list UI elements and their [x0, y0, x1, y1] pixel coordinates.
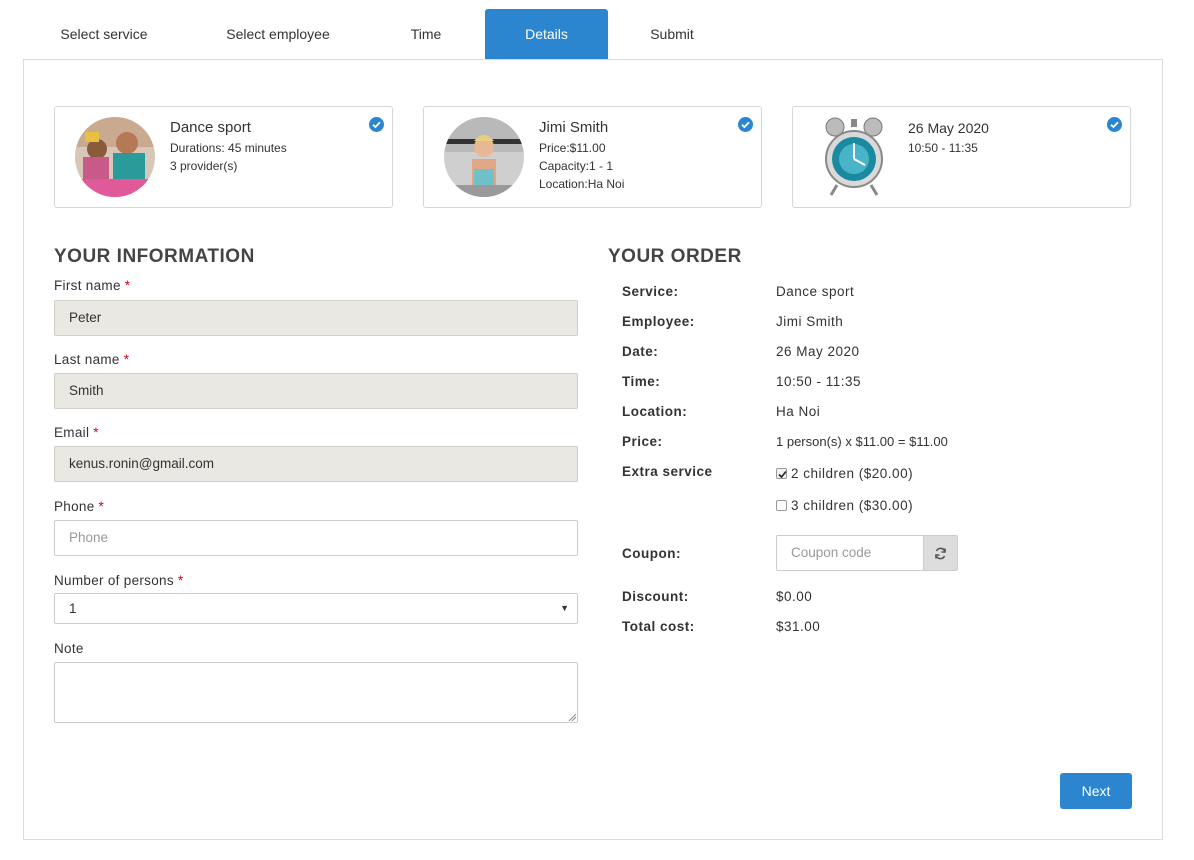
extra-3-children-checkbox[interactable]: [776, 500, 787, 511]
employee-card: Jimi Smith Price:$11.00 Capacity:1 - 1 L…: [423, 106, 762, 208]
time-card-range: 10:50 - 11:35: [908, 141, 978, 155]
order-service-value: Dance sport: [776, 284, 855, 299]
discount-label: Discount:: [622, 589, 689, 604]
employee-capacity: Capacity:1 - 1: [539, 159, 614, 173]
first-name-input[interactable]: Peter: [54, 300, 578, 336]
order-price-label: Price:: [622, 434, 663, 449]
service-card-title: Dance sport: [170, 119, 251, 136]
time-card-date: 26 May 2020: [908, 120, 989, 136]
check-circle-icon: [1107, 117, 1122, 132]
tab-submit[interactable]: Submit: [624, 9, 720, 59]
tab-time[interactable]: Time: [366, 9, 486, 59]
order-date-label: Date:: [622, 344, 659, 359]
tab-select-employee[interactable]: Select employee: [198, 9, 358, 59]
total-cost-value: $31.00: [776, 619, 821, 634]
last-name-label: Last name *: [54, 352, 130, 367]
extra-2-children-label[interactable]: 2 children ($20.00): [791, 466, 913, 481]
order-time-label: Time:: [622, 374, 661, 389]
tab-select-service[interactable]: Select service: [24, 9, 184, 59]
employee-avatar: [444, 117, 524, 197]
note-label: Note: [54, 641, 84, 656]
check-circle-icon: [738, 117, 753, 132]
coupon-apply-button[interactable]: [923, 535, 958, 571]
extra-2-children-checkbox[interactable]: [776, 468, 787, 479]
order-employee-value: Jimi Smith: [776, 314, 844, 329]
your-order-heading: YOUR ORDER: [608, 246, 742, 267]
step-tabs: Select service Select employee Time Deta…: [24, 9, 1164, 59]
service-duration: Durations: 45 minutes: [170, 141, 287, 155]
extra-3-children-label[interactable]: 3 children ($30.00): [791, 498, 913, 513]
first-name-label: First name *: [54, 278, 131, 293]
last-name-input[interactable]: Smith: [54, 373, 578, 409]
order-location-label: Location:: [622, 404, 688, 419]
persons-select-value: 1: [69, 601, 77, 616]
next-button[interactable]: Next: [1060, 773, 1132, 809]
extra-service-label: Extra service: [622, 464, 713, 479]
email-input[interactable]: kenus.ronin@gmail.com: [54, 446, 578, 482]
persons-label: Number of persons *: [54, 573, 184, 588]
order-employee-label: Employee:: [622, 314, 695, 329]
resize-handle-icon[interactable]: [568, 713, 576, 721]
alarm-clock-icon: [821, 115, 887, 199]
refresh-icon: [935, 547, 946, 560]
employee-card-title: Jimi Smith: [539, 119, 609, 136]
coupon-input[interactable]: Coupon code: [776, 535, 924, 571]
phone-input[interactable]: Phone: [54, 520, 578, 556]
details-panel: Dance sport Durations: 45 minutes 3 prov…: [23, 59, 1163, 840]
employee-price: Price:$11.00: [539, 141, 606, 155]
your-information-heading: YOUR INFORMATION: [54, 246, 255, 267]
discount-value: $0.00: [776, 589, 813, 604]
note-textarea[interactable]: [54, 662, 578, 723]
checkmark-icon: [778, 470, 787, 479]
order-date-value: 26 May 2020: [776, 344, 860, 359]
persons-select[interactable]: 1 ▼: [54, 593, 578, 624]
check-circle-icon: [369, 117, 384, 132]
order-time-value: 10:50 - 11:35: [776, 374, 862, 389]
caret-down-icon: ▼: [560, 603, 569, 613]
coupon-label: Coupon:: [622, 546, 681, 561]
email-label: Email *: [54, 425, 99, 440]
service-providers: 3 provider(s): [170, 159, 238, 173]
order-location-value: Ha Noi: [776, 404, 821, 419]
order-price-value: 1 person(s) x $11.00 = $11.00: [776, 434, 948, 449]
phone-label: Phone *: [54, 499, 105, 514]
tab-details[interactable]: Details: [485, 9, 608, 59]
service-avatar: [75, 117, 155, 197]
total-cost-label: Total cost:: [622, 619, 695, 634]
employee-location: Location:Ha Noi: [539, 177, 625, 191]
service-card: Dance sport Durations: 45 minutes 3 prov…: [54, 106, 393, 208]
order-service-label: Service:: [622, 284, 679, 299]
time-card: 26 May 2020 10:50 - 11:35: [792, 106, 1131, 208]
